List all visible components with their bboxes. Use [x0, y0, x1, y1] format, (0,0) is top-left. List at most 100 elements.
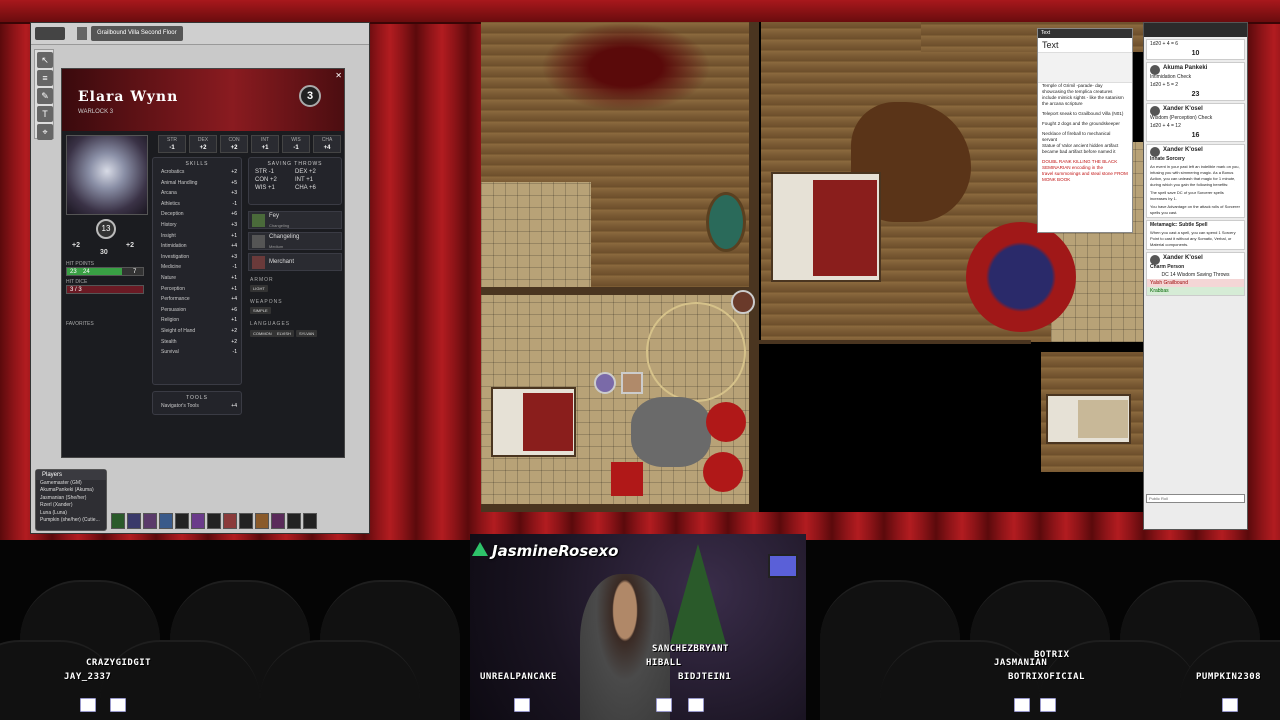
viewer-avatar [688, 698, 704, 712]
skill-row[interactable]: Religion +1 [153, 315, 241, 326]
select-tool-icon[interactable]: ↖ [37, 52, 53, 68]
character-name: Elara Wynn [78, 89, 179, 105]
chat-line: 1d20 + 5 = 2 [1150, 82, 1179, 88]
skill-row[interactable]: Medicine -1 [153, 262, 241, 273]
skill-row[interactable]: Intimidation +4 [153, 241, 241, 252]
save-row[interactable]: INT +1 [295, 177, 335, 183]
ability-wis[interactable]: WIS -1 [282, 135, 310, 153]
player-item[interactable]: Pumpkin (she/her) (Cutie... [36, 517, 106, 524]
languages-label: LANGUAGES [250, 321, 291, 327]
changeling-icon [252, 235, 265, 248]
skill-row[interactable]: Stealth +2 [153, 337, 241, 348]
merchant-icon [252, 256, 265, 269]
skill-row[interactable]: Nature +1 [153, 273, 241, 284]
close-icon[interactable]: ✕ [335, 71, 342, 80]
player-item[interactable]: Rzerl (Xander) [36, 502, 106, 509]
chat-line: You have Advantage on the attack rolls o… [1150, 204, 1240, 215]
hp-bar[interactable]: 23 24 7 [66, 267, 144, 276]
save-row[interactable]: CON +2 [255, 177, 295, 183]
skill-name: Perception [161, 285, 185, 292]
skill-row[interactable]: Deception +6 [153, 209, 241, 220]
macro-hotbar [111, 513, 325, 531]
ability-int[interactable]: INT +1 [251, 135, 279, 153]
round-rug [966, 222, 1076, 332]
skill-row[interactable]: Sleight of Hand +2 [153, 326, 241, 337]
skill-row[interactable]: Investigation +3 [153, 252, 241, 263]
text-tool-icon[interactable]: T [37, 106, 53, 122]
macro-button[interactable] [303, 513, 317, 529]
macro-button[interactable] [111, 513, 125, 529]
macro-button[interactable] [223, 513, 237, 529]
viewer-name: JAY_2337 [64, 672, 112, 682]
viewer-name: CRAZYGIDGIT [86, 658, 152, 668]
skill-row[interactable]: Acrobatics +2 [153, 167, 241, 178]
skill-row[interactable]: Athletics -1 [153, 199, 241, 210]
macro-button[interactable] [159, 513, 173, 529]
map-wall [749, 22, 759, 512]
player-token[interactable] [621, 372, 643, 394]
ability-mod: +1 [261, 145, 269, 151]
skill-row[interactable]: Survival -1 [153, 347, 241, 358]
menu-icon[interactable] [77, 27, 87, 40]
macro-button[interactable] [143, 513, 157, 529]
measure-tool-icon[interactable]: ⌖ [37, 124, 53, 140]
feature-item[interactable]: Fey Changeling [248, 211, 342, 229]
player-item[interactable]: Jasmanian (She/her) [36, 495, 106, 502]
save-row[interactable]: DEX +2 [295, 169, 335, 175]
skill-row[interactable]: History +3 [153, 220, 241, 231]
save-row[interactable]: WIS +1 [255, 185, 295, 191]
chat-line: 1d20 + 4 = 6 [1150, 41, 1179, 47]
save-row[interactable]: STR -1 [255, 169, 295, 175]
chat-roll-select[interactable]: Public Roll [1146, 494, 1245, 503]
skill-row[interactable]: Insight +1 [153, 231, 241, 242]
proficiency-value: +2 [126, 242, 134, 249]
skill-name: History [161, 221, 177, 228]
roll-result: 16 [1191, 132, 1200, 139]
macro-button[interactable] [255, 513, 269, 529]
chat-line: An event in your past left an indelible … [1150, 164, 1240, 187]
text-dialog-body[interactable]: Temple of Grimil -parade- day showcasing… [1038, 83, 1132, 183]
player-item[interactable]: AkumaPankeki (Akuma) [36, 487, 106, 494]
player-token[interactable] [594, 372, 616, 394]
chat-sender: Akuma Pankeki [1147, 63, 1244, 75]
draw-tool-icon[interactable]: ✎ [37, 88, 53, 104]
chat-line: Wisdom (Perception) Check [1150, 115, 1213, 121]
macro-button[interactable] [239, 513, 253, 529]
text-dialog-titlebar[interactable]: Text [1038, 29, 1132, 38]
save-row[interactable]: CHA +6 [295, 185, 335, 191]
character-class: WARLOCK 3 [78, 109, 114, 115]
page-tab[interactable]: Grailbound Villa Second Floor [91, 26, 183, 41]
macro-button[interactable] [207, 513, 221, 529]
player-token[interactable] [731, 290, 755, 314]
hit-dice-bar[interactable]: 3 / 3 [66, 285, 144, 294]
macro-button[interactable] [191, 513, 205, 529]
ability-cha[interactable]: CHA +4 [313, 135, 341, 153]
skill-row[interactable]: Perception +1 [153, 284, 241, 295]
layers-tool-icon[interactable]: ≡ [37, 70, 53, 86]
ability-mod: +4 [323, 145, 331, 151]
player-item[interactable]: Luna (Luna) [36, 510, 106, 517]
macro-button[interactable] [287, 513, 301, 529]
player-item[interactable]: Gamemaster (GM) [36, 480, 106, 487]
skill-row[interactable]: Animal Handling +5 [153, 178, 241, 189]
ability-str[interactable]: STR -1 [158, 135, 186, 153]
skill-row[interactable]: Arcana +3 [153, 188, 241, 199]
skill-name: Persuasion [161, 306, 187, 313]
ability-label: WIS [291, 137, 301, 143]
ability-con[interactable]: CON +2 [220, 135, 248, 153]
tool-row[interactable]: Navigator's Tools +4 [153, 401, 241, 412]
macro-button[interactable] [127, 513, 141, 529]
tools-panel: TOOLS Navigator's Tools +4 [152, 391, 242, 415]
chat-message: Xander K'osel Charm Person DC 14 Wisdom … [1146, 252, 1245, 296]
macro-button[interactable] [175, 513, 189, 529]
chat-line: Krabbas [1147, 287, 1244, 295]
feature-item[interactable]: Merchant [248, 253, 342, 271]
feature-item[interactable]: Changeling Medium [248, 232, 342, 250]
chat-tabs[interactable] [1144, 23, 1247, 37]
macro-button[interactable] [271, 513, 285, 529]
skill-row[interactable]: Persuasion +6 [153, 305, 241, 316]
skill-name: Medicine [161, 264, 182, 271]
skill-row[interactable]: Performance +4 [153, 294, 241, 305]
character-sheet: Elara Wynn WARLOCK 3 3 ✕ 13 +2 30 +2 HIT… [61, 68, 345, 458]
ability-dex[interactable]: DEX +2 [189, 135, 217, 153]
